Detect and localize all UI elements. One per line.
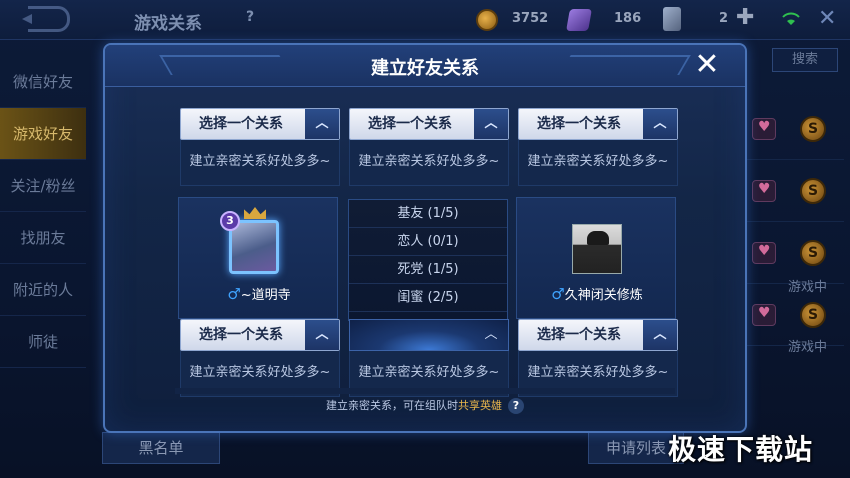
- relation-slot: 选择一个关系 ︿ 建立亲密关系好处多多~: [180, 108, 340, 186]
- add-icon[interactable]: ✚: [736, 7, 754, 29]
- chevron-up-icon: ︿: [643, 109, 677, 139]
- back-icon[interactable]: [22, 6, 70, 32]
- select-label: 选择一个关系: [199, 116, 283, 132]
- open-relation-selector[interactable]: ︿: [349, 319, 509, 351]
- friend-list-actions: S S S 游戏中 S 游戏中: [746, 98, 844, 355]
- select-relation-button[interactable]: 选择一个关系 ︿: [180, 319, 340, 351]
- wifi-icon: [782, 12, 800, 25]
- avatar: 3: [220, 207, 279, 274]
- relation-slot: 选择一个关系 ︿ 建立亲密关系好处多多~: [180, 319, 340, 397]
- chevron-up-icon: ︿: [484, 327, 498, 342]
- intimacy-icon[interactable]: [752, 304, 776, 326]
- shared-hero-highlight: 共享英雄: [458, 399, 502, 412]
- benefit-text: 建立亲密关系好处多多~: [349, 140, 509, 186]
- select-relation-button[interactable]: 选择一个关系 ︿: [180, 108, 340, 140]
- gem-count: 186: [614, 11, 642, 26]
- help-icon[interactable]: ?: [240, 9, 260, 29]
- dropdown-option[interactable]: 闺蜜 (2/5): [349, 284, 507, 312]
- dropdown-option[interactable]: 基友 (1/5): [349, 200, 507, 228]
- benefit-text: 建立亲密关系好处多多~: [518, 140, 678, 186]
- player-name: ♂~道明寺: [179, 284, 339, 303]
- nav-mentor[interactable]: 师徒: [0, 316, 86, 368]
- crown-icon: [244, 207, 266, 219]
- player-card[interactable]: 3 ♂~道明寺: [178, 197, 338, 319]
- select-relation-button[interactable]: 选择一个关系 ︿: [518, 108, 678, 140]
- chevron-up-icon: ︿: [305, 109, 339, 139]
- top-bar: 游戏关系 ? 3752 186 2 ✚ ✕: [0, 0, 850, 40]
- intimacy-icon[interactable]: [752, 242, 776, 264]
- avatar: [572, 224, 622, 274]
- list-item: S 游戏中: [746, 284, 844, 355]
- close-icon[interactable]: ✕: [818, 8, 836, 30]
- select-label: 选择一个关系: [199, 327, 283, 343]
- relation-dropdown: 基友 (1/5) 恋人 (0/1) 死党 (1/5) 闺蜜 (2/5): [348, 199, 508, 321]
- diamond-icon: [566, 9, 592, 31]
- nav-follow-fans[interactable]: 关注/粉丝: [0, 160, 86, 212]
- footer-note-text: 建立亲密关系，可在组队时: [326, 399, 458, 412]
- player-name-text: 久神闭关修炼: [564, 288, 643, 303]
- gift-coin-icon[interactable]: S: [800, 178, 826, 204]
- scroll-fade: [175, 388, 675, 394]
- gold-coin-icon: [476, 9, 498, 31]
- list-item: S: [746, 98, 844, 160]
- select-relation-button[interactable]: 选择一个关系 ︿: [349, 108, 509, 140]
- male-icon: ♂: [227, 285, 241, 303]
- dropdown-option[interactable]: 恋人 (0/1): [349, 228, 507, 256]
- chevron-up-icon: ︿: [305, 320, 339, 350]
- player-name: ♂久神闭关修炼: [517, 284, 677, 303]
- card-icon: [663, 7, 681, 31]
- gift-coin-icon[interactable]: S: [800, 302, 826, 328]
- relation-slot: 选择一个关系 ︿ 建立亲密关系好处多多~: [518, 108, 678, 186]
- dialog-header: 建立好友关系 ✕: [105, 45, 745, 87]
- left-nav: 微信好友 游戏好友 关注/粉丝 找朋友 附近的人 师徒: [0, 56, 86, 368]
- dialog-title: 建立好友关系: [371, 58, 479, 79]
- gift-coin-icon[interactable]: S: [800, 240, 826, 266]
- list-item: S: [746, 160, 844, 222]
- intimacy-icon[interactable]: [752, 118, 776, 140]
- nav-nearby[interactable]: 附近的人: [0, 264, 86, 316]
- male-icon: ♂: [551, 285, 565, 303]
- player-card[interactable]: ♂久神闭关修炼: [516, 197, 676, 319]
- coin-count: 3752: [512, 11, 549, 26]
- player-name-text: ~道明寺: [240, 288, 291, 303]
- relation-slot: 选择一个关系 ︿ 建立亲密关系好处多多~: [349, 108, 509, 186]
- card-count: 2: [719, 11, 729, 26]
- help-icon[interactable]: ?: [508, 398, 524, 414]
- create-relationship-dialog: 建立好友关系 ✕ 选择一个关系 ︿ 建立亲密关系好处多多~ 选择一个关系 ︿ 建…: [103, 43, 747, 433]
- chevron-up-icon: ︿: [643, 320, 677, 350]
- select-label: 选择一个关系: [537, 327, 621, 343]
- benefit-text: 建立亲密关系好处多多~: [180, 140, 340, 186]
- footer-note: 建立亲密关系，可在组队时共享英雄?: [105, 397, 745, 414]
- watermark: 极速下载站: [668, 433, 814, 466]
- select-label: 选择一个关系: [537, 116, 621, 132]
- blacklist-button[interactable]: 黑名单: [102, 432, 220, 464]
- relation-slot: 选择一个关系 ︿ 建立亲密关系好处多多~: [518, 319, 678, 397]
- intimacy-icon[interactable]: [752, 180, 776, 202]
- status-text: 游戏中: [788, 340, 828, 355]
- dropdown-option[interactable]: 死党 (1/5): [349, 256, 507, 284]
- level-badge: 3: [220, 211, 240, 231]
- search-button[interactable]: 搜索: [772, 48, 838, 72]
- chevron-up-icon: ︿: [474, 109, 508, 139]
- select-relation-button[interactable]: 选择一个关系 ︿: [518, 319, 678, 351]
- page-title: 游戏关系: [134, 14, 202, 34]
- nav-find-friends[interactable]: 找朋友: [0, 212, 86, 264]
- gift-coin-icon[interactable]: S: [800, 116, 826, 142]
- nav-wechat-friends[interactable]: 微信好友: [0, 56, 86, 108]
- close-icon[interactable]: ✕: [692, 50, 722, 81]
- nav-game-friends[interactable]: 游戏好友: [0, 108, 86, 160]
- select-label: 选择一个关系: [368, 116, 452, 132]
- list-item: S 游戏中: [746, 222, 844, 295]
